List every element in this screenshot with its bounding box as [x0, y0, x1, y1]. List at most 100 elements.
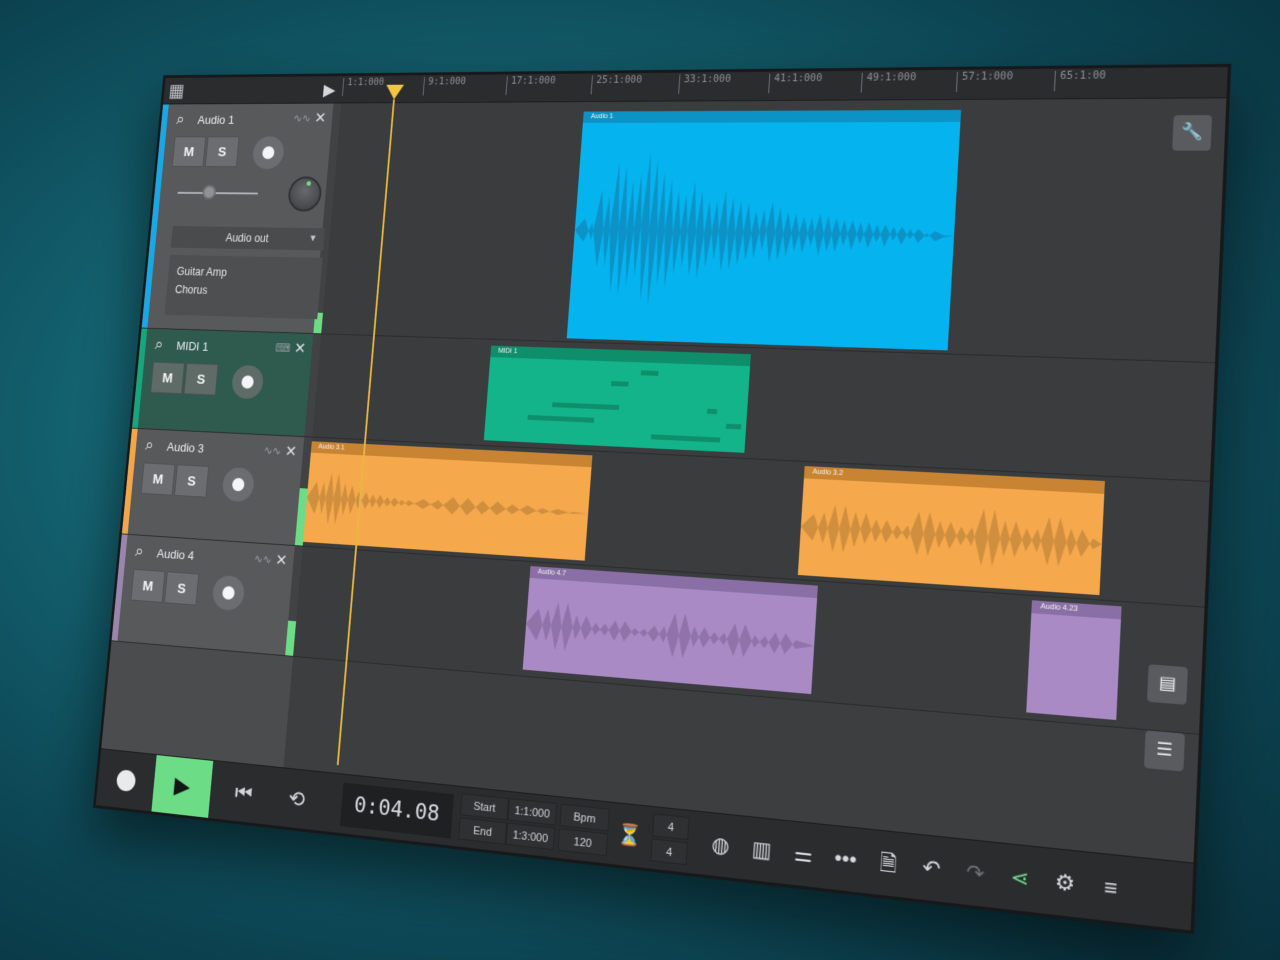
effect-item[interactable]: Chorus	[174, 280, 311, 302]
mixer-icon[interactable]: ⚌	[788, 838, 819, 871]
track-header-midi-1[interactable]: ⌕ MIDI 1 ⌨ ✕ M S	[131, 328, 322, 438]
time-signature-bottom[interactable]: 4	[650, 838, 689, 866]
clip-audio-4-7[interactable]: Audio 4.7	[522, 566, 818, 695]
output-select[interactable]: Audio out ▼	[170, 226, 326, 251]
bpm-value[interactable]: 120	[557, 828, 609, 857]
waveform-icon: ∿∿	[263, 443, 282, 458]
search-icon[interactable]: ⌕	[134, 541, 144, 561]
playhead-handle[interactable]	[385, 84, 405, 100]
clip-audio-1[interactable]: Audio 1	[566, 109, 962, 351]
track-header-audio-1[interactable]: ⌕ Audio 1 ∿∿ ✕ M S Audio out ▼ Guitar Am…	[141, 103, 342, 335]
daw-window: ▦ ▶ 1:1:000 9:1:000 17:1:000 25:1:000 33…	[93, 63, 1232, 935]
end-value[interactable]: 1:3:000	[505, 822, 556, 851]
start-value[interactable]: 1:1:000	[507, 798, 558, 826]
wrench-icon[interactable]: 🔧	[1172, 115, 1213, 151]
undo-icon[interactable]: ↶	[916, 852, 948, 886]
track-name[interactable]: Audio 3	[166, 440, 204, 456]
search-icon[interactable]: ⌕	[176, 110, 186, 129]
clip-midi-1[interactable]: MIDI 1	[483, 345, 751, 453]
volume-slider-track[interactable]	[177, 191, 258, 195]
track-color-stripe	[132, 328, 148, 428]
close-icon[interactable]: ✕	[293, 339, 307, 358]
search-icon[interactable]: ⌕	[154, 334, 164, 353]
gear-icon[interactable]: ⚙	[1048, 866, 1081, 901]
bpm-label: Bpm	[559, 803, 610, 832]
solo-button[interactable]: S	[164, 571, 200, 606]
time-display: 0:04.08	[339, 782, 455, 839]
clip-notes	[484, 357, 750, 453]
more-icon[interactable]: •••	[830, 843, 862, 876]
record-button[interactable]	[96, 749, 157, 812]
ruler-tick: 33:1:000	[678, 74, 732, 94]
clip-waveform	[798, 478, 1104, 595]
start-label: Start	[459, 793, 510, 821]
mute-button[interactable]: M	[130, 568, 166, 603]
solo-button[interactable]: S	[174, 464, 210, 498]
output-select-value: Audio out	[225, 231, 270, 245]
chevron-down-icon: ▼	[308, 233, 318, 244]
track-name[interactable]: Audio 1	[197, 113, 235, 127]
end-label: End	[458, 817, 508, 845]
ruler-ticks: 1:1:000 9:1:000 17:1:000 25:1:000 33:1:0…	[341, 67, 1227, 103]
track-name[interactable]: MIDI 1	[176, 339, 209, 354]
transport-bar: ▶ ⏮ ⟲ 0:04.08 Start 1:1:000 End 1:3:000 …	[95, 748, 1194, 931]
waveform-icon: ∿∿	[253, 551, 273, 567]
track-header-audio-3[interactable]: ⌕ Audio 3 ∿∿ ✕ M S	[121, 428, 313, 547]
grid-icon[interactable]: ▦	[167, 81, 187, 101]
clip-audio-4-23[interactable]: Audio 4.23	[1026, 600, 1122, 721]
ruler-play-icon[interactable]: ▶	[323, 81, 337, 99]
record-arm-button[interactable]	[211, 574, 246, 612]
ruler-tick: 65:1:00	[1053, 70, 1107, 92]
play-button[interactable]: ▶	[151, 755, 214, 819]
pan-knob[interactable]	[286, 176, 323, 212]
mixer-toggle-icon[interactable]: ☰	[1143, 730, 1186, 772]
clip-title: Audio 4.23	[1031, 600, 1122, 620]
ruler-tick: 9:1:000	[422, 76, 467, 96]
record-arm-button[interactable]	[251, 136, 286, 170]
track-lane-audio-1[interactable]: Audio 1	[321, 98, 1227, 364]
editor-toggle-icon[interactable]: ▤	[1146, 664, 1188, 705]
record-arm-button[interactable]	[230, 364, 265, 400]
clip-title: Audio 1	[582, 109, 962, 123]
piano-icon[interactable]: ▥	[746, 834, 777, 867]
clip-waveform	[303, 453, 591, 561]
track-color-stripe	[141, 104, 169, 328]
track-color-stripe	[121, 428, 138, 534]
redo-icon[interactable]: ↷	[959, 857, 992, 891]
clip-audio-3-2[interactable]: Audio 3.2	[797, 466, 1105, 596]
ruler-tick: 17:1:000	[505, 75, 556, 96]
time-signature-top[interactable]: 4	[651, 813, 690, 841]
record-arm-button[interactable]	[221, 466, 256, 503]
mute-button[interactable]: M	[150, 361, 185, 395]
loop-icon[interactable]: ⟲	[268, 767, 327, 832]
drum-icon[interactable]: ◍	[705, 830, 736, 863]
metronome-icon[interactable]: ⏳	[615, 820, 645, 852]
track-name[interactable]: Audio 4	[156, 546, 195, 563]
ruler-tick: 25:1:000	[590, 74, 643, 95]
effects-list[interactable]: Guitar Amp Chorus	[164, 254, 323, 320]
track-color-stripe	[111, 534, 128, 641]
ruler-tick: 1:1:000	[341, 77, 385, 97]
ruler-tick: 41:1:000	[768, 73, 823, 94]
close-icon[interactable]: ✕	[284, 442, 297, 461]
ruler-tick: 49:1:000	[860, 72, 917, 93]
solo-button[interactable]: S	[204, 136, 240, 168]
ruler-tick: 57:1:000	[955, 71, 1014, 92]
mute-button[interactable]: M	[171, 136, 207, 167]
menu-icon[interactable]: ≡	[1094, 871, 1128, 906]
search-icon[interactable]: ⌕	[144, 435, 155, 455]
clip-audio-3-1[interactable]: Audio 3.1	[303, 441, 593, 561]
track-header-audio-4[interactable]: ⌕ Audio 4 ∿∿ ✕ M S	[111, 534, 303, 657]
volume-slider-handle[interactable]	[201, 184, 217, 200]
share-icon[interactable]: ⋖	[1003, 862, 1036, 896]
keyboard-icon: ⌨	[274, 341, 291, 355]
clip-waveform	[567, 122, 961, 350]
rewind-to-start-icon[interactable]: ⏮	[215, 762, 273, 826]
clip-waveform	[523, 578, 817, 694]
add-file-icon[interactable]: 🗎	[872, 848, 904, 882]
close-icon[interactable]: ✕	[275, 551, 288, 571]
solo-button[interactable]: S	[183, 362, 219, 396]
mute-button[interactable]: M	[140, 462, 176, 496]
waveform-icon: ∿∿	[292, 111, 312, 125]
close-icon[interactable]: ✕	[314, 109, 327, 127]
